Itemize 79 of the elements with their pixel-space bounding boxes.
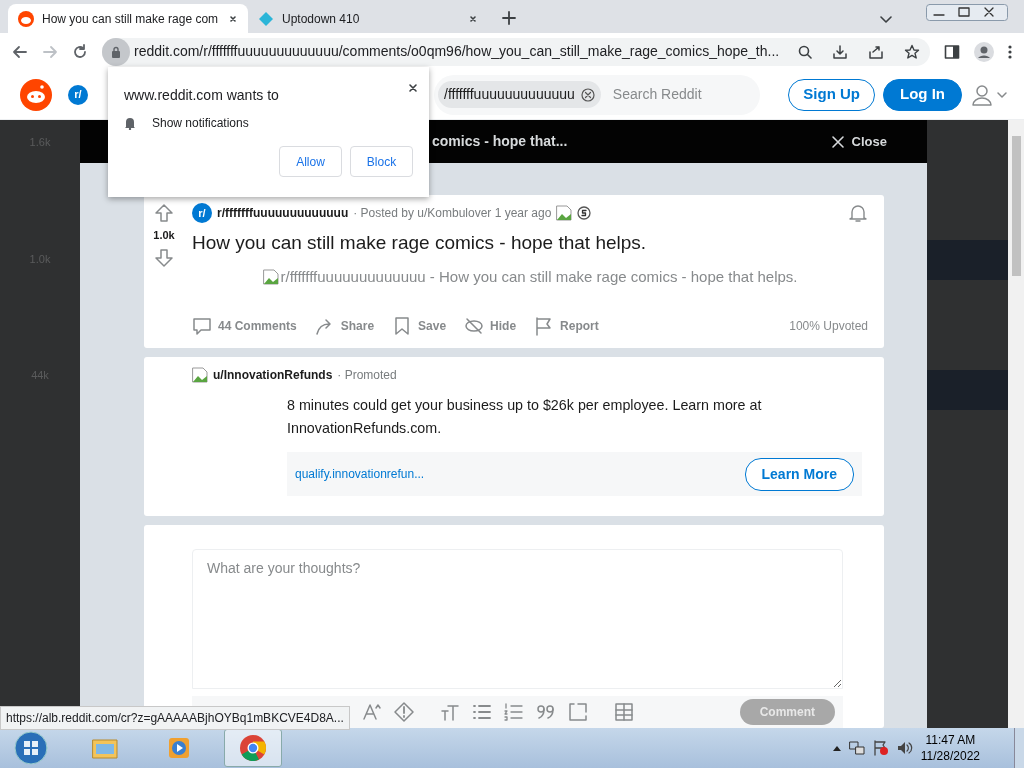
- status-url: https://alb.reddit.com/cr?z=gAAAAABjhOYBq1mBKCVE4D8A...: [0, 706, 350, 730]
- post-title: How you can still make rage comics - hope that helps.: [192, 231, 648, 255]
- image-alt-text: r/fffffffuuuuuuuuuuuuu - How you can still make rage comics - hope that helps.: [280, 266, 798, 287]
- caret-down-icon[interactable]: [880, 16, 892, 24]
- action-center-flag-icon[interactable]: [872, 740, 889, 756]
- address-bar[interactable]: reddit.com/r/fffffffuuuuuuuuuuuuu/comments/o0qm96/how_you_can_still_make_rage_comics_hope_th...: [102, 37, 930, 66]
- post-header-title: comics - hope that...: [432, 132, 568, 151]
- spoiler-icon[interactable]: [394, 702, 414, 722]
- volume-icon[interactable]: [896, 740, 913, 756]
- upvote-icon[interactable]: [154, 203, 174, 223]
- superscript-icon[interactable]: [362, 702, 382, 722]
- comment-button[interactable]: 44 Comments: [192, 316, 297, 336]
- diamond-logo-icon: [258, 10, 274, 27]
- ad-text: 8 minutes could get your business up to $26k per employee. Learn more at InnovationRefunds.com.: [287, 396, 763, 438]
- start-button-icon[interactable]: [14, 731, 48, 765]
- bullet-list-icon[interactable]: [472, 702, 492, 722]
- broken-image-icon: [556, 205, 573, 221]
- close-icon[interactable]: [468, 13, 478, 24]
- taskbar-app[interactable]: [224, 729, 282, 767]
- prompt-title: www.reddit.com wants to: [124, 86, 279, 105]
- username-link[interactable]: u/InnovationRefunds: [213, 366, 333, 384]
- community-icon[interactable]: r/: [68, 84, 88, 105]
- permission-text: Show notifications: [152, 115, 249, 132]
- allow-button[interactable]: Allow: [279, 146, 342, 177]
- network-icon[interactable]: [848, 740, 865, 756]
- close-icon: [829, 133, 846, 150]
- hide-icon: [464, 316, 485, 336]
- browser-tab[interactable]: Uptodown 410: [248, 4, 488, 33]
- bell-icon[interactable]: [848, 203, 868, 223]
- close-icon[interactable]: [407, 81, 419, 94]
- report-button[interactable]: Report: [534, 316, 599, 336]
- browser-tab[interactable]: How you can still make rage com: [8, 4, 248, 33]
- quote-icon[interactable]: [536, 702, 556, 722]
- close-button[interactable]: Close: [829, 131, 887, 152]
- community-icon[interactable]: r/: [192, 203, 212, 223]
- star-icon[interactable]: [904, 43, 920, 60]
- back-icon[interactable]: [12, 43, 28, 60]
- community-chip[interactable]: /fffffffuuuuuuuuuuuuu: [438, 81, 601, 108]
- ad-link[interactable]: qualify.innovationrefun...: [295, 465, 425, 483]
- hide-button[interactable]: Hide: [464, 316, 517, 336]
- profile-icon[interactable]: [974, 41, 994, 62]
- login-button[interactable]: Log In: [883, 78, 962, 111]
- score: 1.0k: [153, 228, 175, 243]
- window-controls-icon[interactable]: [926, 4, 1008, 22]
- save-button[interactable]: Save: [392, 316, 447, 336]
- search-field[interactable]: /fffffffuuuuuuuuuuuuu Search Reddit: [434, 74, 760, 115]
- comment-icon: [192, 316, 212, 336]
- tray-arrow-icon[interactable]: [832, 745, 841, 751]
- share-icon[interactable]: [868, 43, 884, 60]
- reload-icon[interactable]: [72, 43, 88, 60]
- share-button[interactable]: Share: [314, 316, 375, 336]
- chrome-icon: [238, 733, 268, 763]
- reddit-logo-icon: [18, 10, 34, 27]
- close-icon[interactable]: [228, 13, 238, 24]
- signup-button[interactable]: Sign Up: [788, 78, 875, 111]
- bell-icon: [124, 116, 136, 130]
- broken-image-icon: [262, 268, 279, 285]
- post-byline: · Posted by u/Kombulover 1 year ago: [353, 205, 552, 222]
- promoted-tag: · Promoted: [337, 366, 397, 384]
- subreddit-link[interactable]: r/fffffffuuuuuuuuuuuuu: [217, 204, 349, 222]
- reddit-logo-icon[interactable]: [20, 78, 52, 111]
- scrollbar[interactable]: [1008, 120, 1024, 728]
- side-panel-icon[interactable]: [944, 43, 960, 60]
- block-button[interactable]: Block: [350, 146, 413, 177]
- menu-icon[interactable]: [1008, 43, 1012, 60]
- download-icon[interactable]: [832, 43, 848, 60]
- clear-icon[interactable]: [580, 87, 595, 102]
- broken-image-icon: [192, 367, 208, 383]
- lock-icon: [111, 45, 121, 58]
- table-icon[interactable]: [614, 702, 634, 722]
- search-placeholder: Search Reddit: [612, 85, 702, 104]
- search-icon[interactable]: [798, 44, 812, 59]
- new-tab-icon[interactable]: [502, 11, 516, 25]
- upvote-ratio: 100% Upvoted: [789, 318, 868, 335]
- clock[interactable]: 11:47 AM 11/28/2022: [920, 732, 980, 764]
- user-menu-icon[interactable]: [970, 82, 1010, 107]
- learn-more-button[interactable]: Learn More: [744, 457, 854, 491]
- award-icon: [577, 206, 592, 220]
- downvote-icon[interactable]: [154, 247, 174, 268]
